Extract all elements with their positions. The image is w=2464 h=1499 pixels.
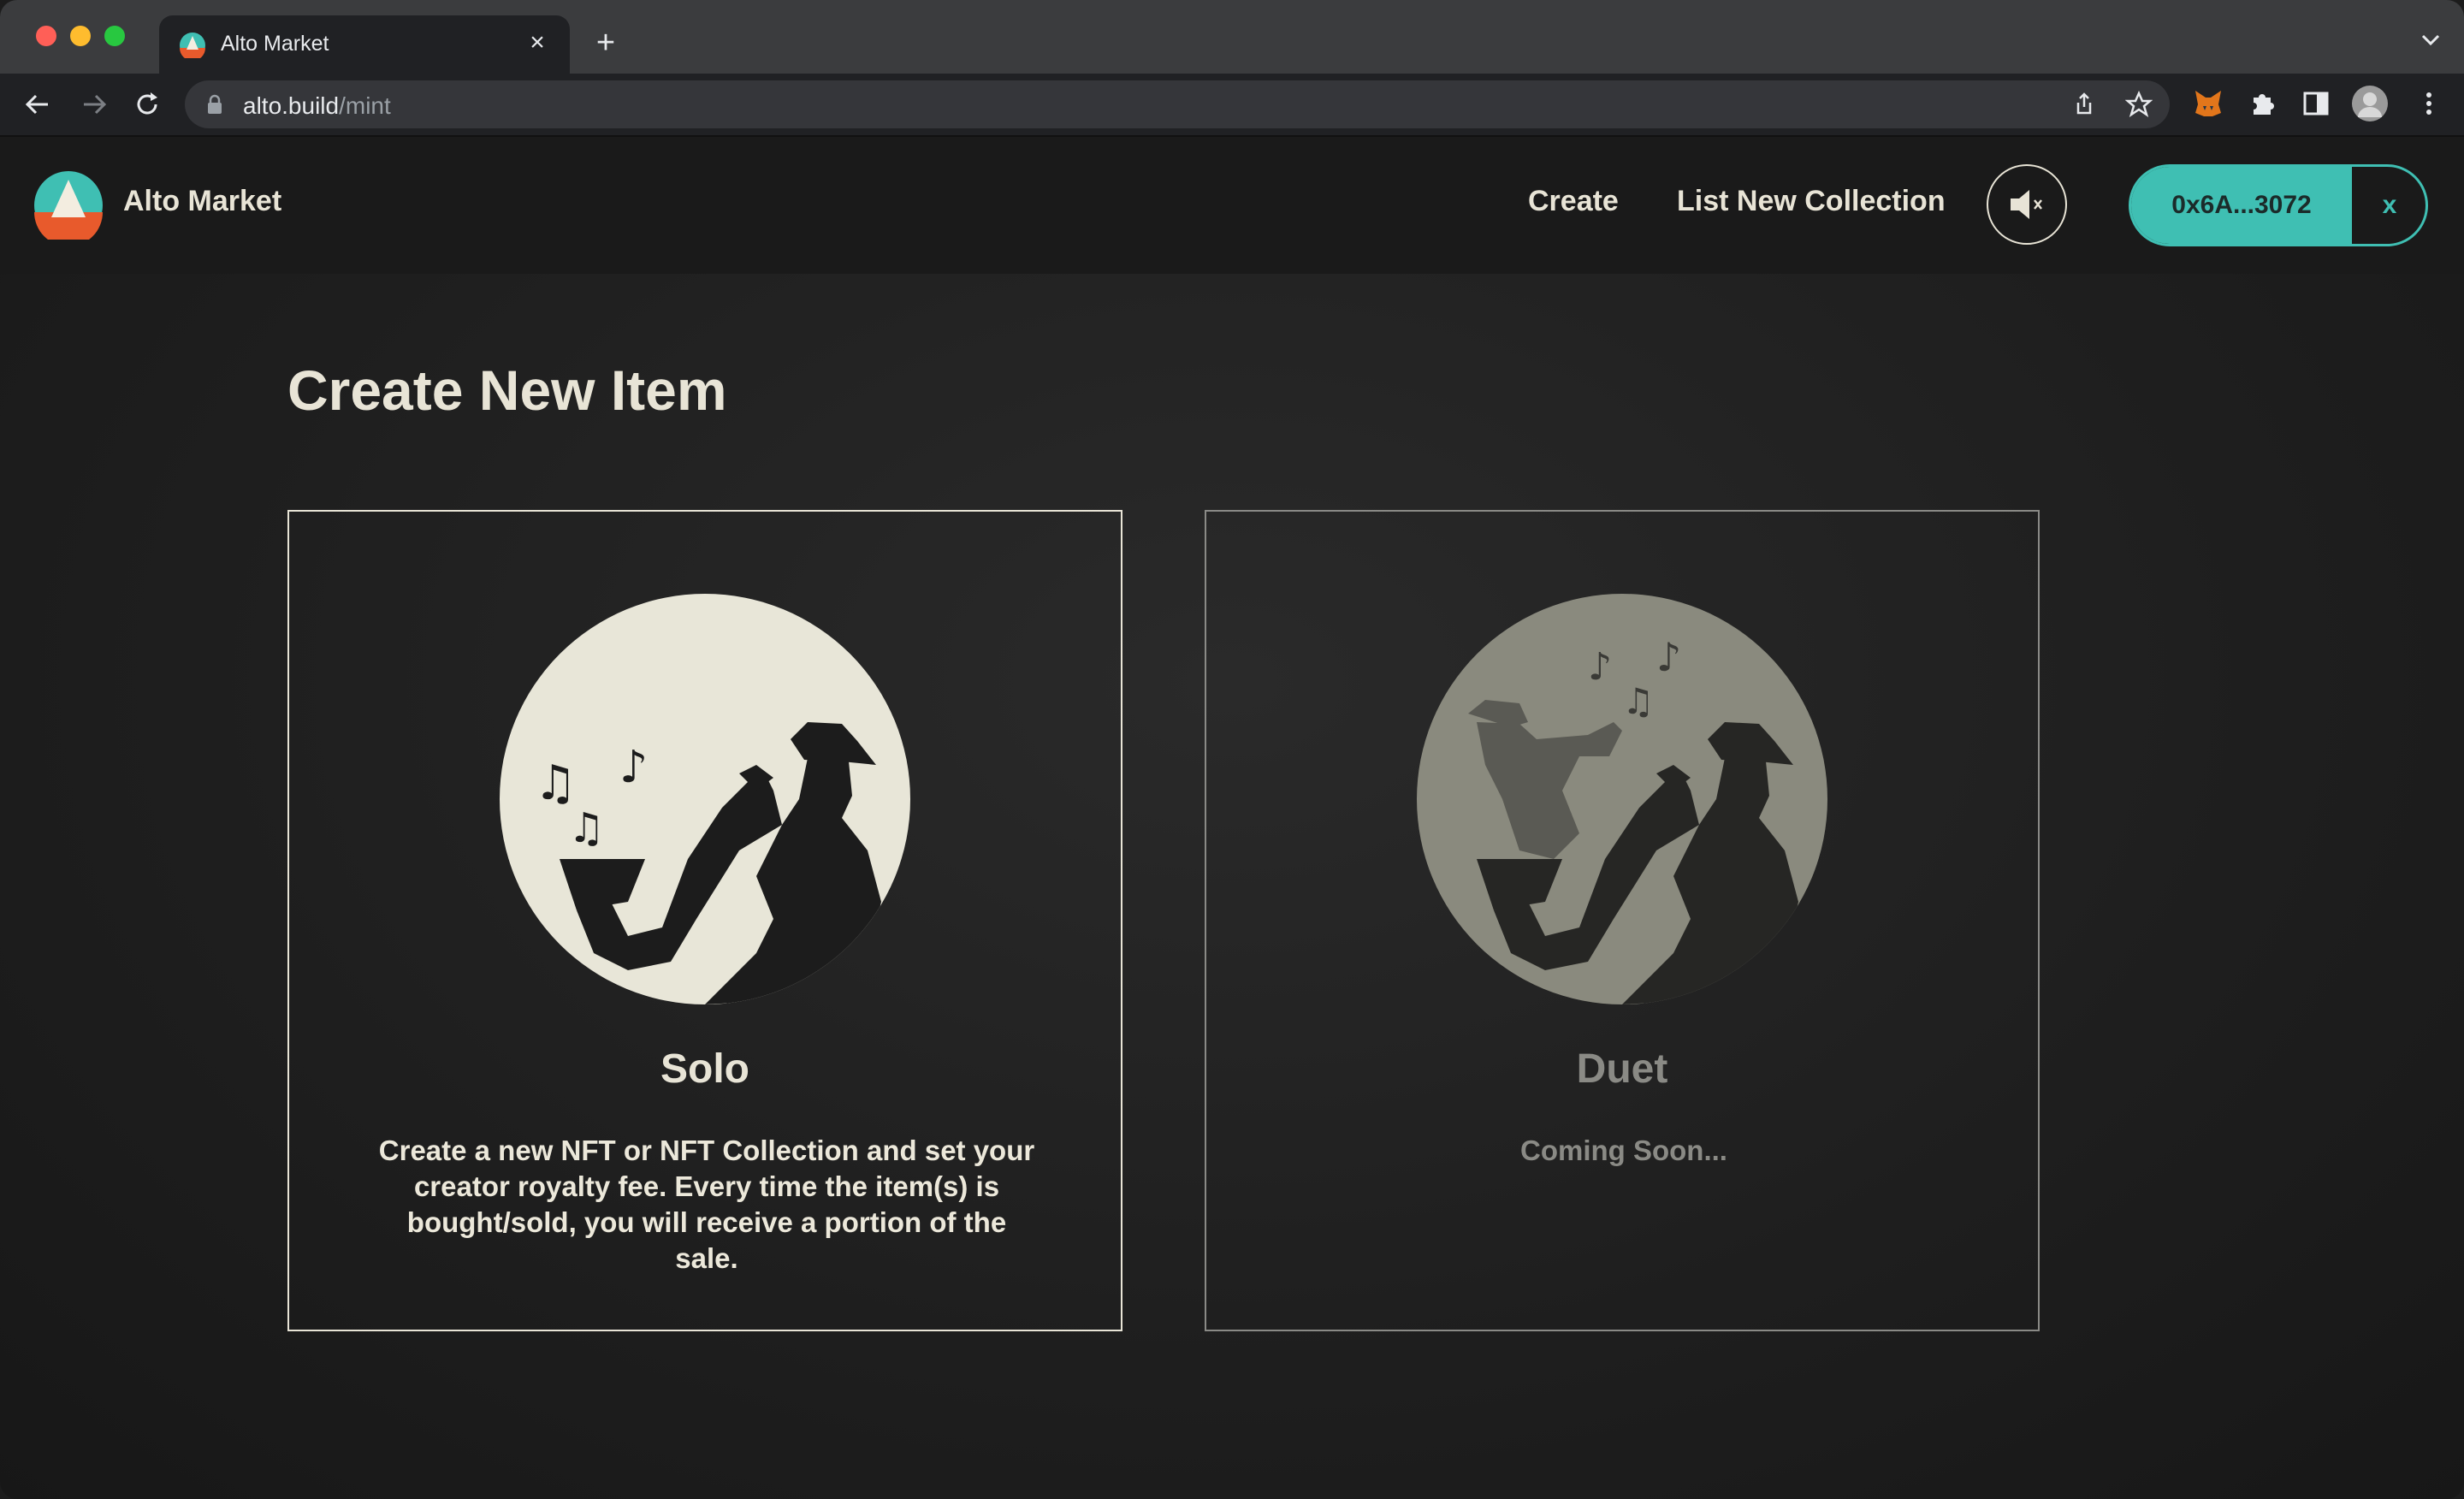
duet-musicians-illustration: ♪ ♪ ♫ xyxy=(1417,594,1827,1004)
duet-card-status: Coming Soon... xyxy=(1520,1135,1727,1166)
browser-toolbar: alto.build/mint xyxy=(0,74,2464,137)
site-header: Alto Market Create List New Collection 0… xyxy=(0,137,2464,274)
duet-card: ♪ ♪ ♫ Duet Coming Soon... xyxy=(1205,510,2040,1331)
close-window-button[interactable] xyxy=(36,26,56,46)
page: Alto Market Create List New Collection 0… xyxy=(0,137,2464,1499)
page-title: Create New Item xyxy=(287,358,727,422)
minimize-window-button[interactable] xyxy=(70,26,91,46)
url-text: alto.build/mint xyxy=(243,92,391,119)
speaker-muted-icon xyxy=(2011,190,2042,219)
solo-card-title: Solo xyxy=(660,1046,749,1092)
svg-text:♫: ♫ xyxy=(534,755,577,811)
alto-favicon-icon xyxy=(180,33,205,58)
browser-window: Alto Market × + alto.build/mint Alto Mar… xyxy=(0,0,2464,1499)
forward-icon[interactable] xyxy=(77,87,111,121)
extensions-puzzle-icon[interactable] xyxy=(2247,87,2279,120)
bookmark-star-icon[interactable] xyxy=(2125,91,2153,118)
new-tab-button[interactable]: + xyxy=(589,26,623,60)
solo-card[interactable]: ♫ ♪ ♫ Solo Create a new NFT or NFT Colle… xyxy=(287,510,1122,1331)
svg-text:♪: ♪ xyxy=(619,742,648,793)
profile-avatar-icon[interactable] xyxy=(2351,85,2389,122)
wallet-disconnect-button[interactable]: x xyxy=(2354,167,2426,244)
svg-text:♪: ♪ xyxy=(1588,645,1612,689)
duet-card-title: Duet xyxy=(1576,1046,1668,1092)
nav-create-link[interactable]: Create xyxy=(1528,185,1619,218)
brand-name[interactable]: Alto Market xyxy=(123,185,281,218)
chevron-down-icon[interactable] xyxy=(2418,29,2443,50)
mute-button[interactable] xyxy=(1987,164,2067,245)
nav-list-collection-link[interactable]: List New Collection xyxy=(1677,185,1946,218)
svg-text:♪: ♪ xyxy=(1656,634,1681,680)
svg-text:♫: ♫ xyxy=(568,804,605,852)
alto-logo-icon[interactable] xyxy=(34,171,103,240)
reload-icon[interactable] xyxy=(130,87,164,121)
tab-close-icon[interactable]: × xyxy=(522,27,553,58)
tab-strip: Alto Market × + xyxy=(0,0,2464,74)
tab-title: Alto Market xyxy=(221,32,329,56)
wallet-address-button[interactable]: 0x6A...3072 xyxy=(2131,167,2352,244)
metamask-fox-icon[interactable] xyxy=(2192,87,2224,120)
share-icon[interactable] xyxy=(2070,91,2098,118)
lock-icon xyxy=(208,94,222,114)
address-bar[interactable]: alto.build/mint xyxy=(185,80,2170,128)
back-icon[interactable] xyxy=(21,87,55,121)
solo-card-description: Create a new NFT or NFT Collection and s… xyxy=(378,1135,1035,1274)
more-menu-icon[interactable] xyxy=(2413,87,2445,120)
browser-tab[interactable]: Alto Market × xyxy=(159,15,570,74)
side-panel-icon[interactable] xyxy=(2300,87,2332,120)
maximize-window-button[interactable] xyxy=(104,26,125,46)
wallet-connection: 0x6A...3072 x xyxy=(2129,164,2428,246)
svg-text:♫: ♫ xyxy=(1622,680,1655,722)
saxophonist-illustration: ♫ ♪ ♫ xyxy=(500,594,910,1004)
